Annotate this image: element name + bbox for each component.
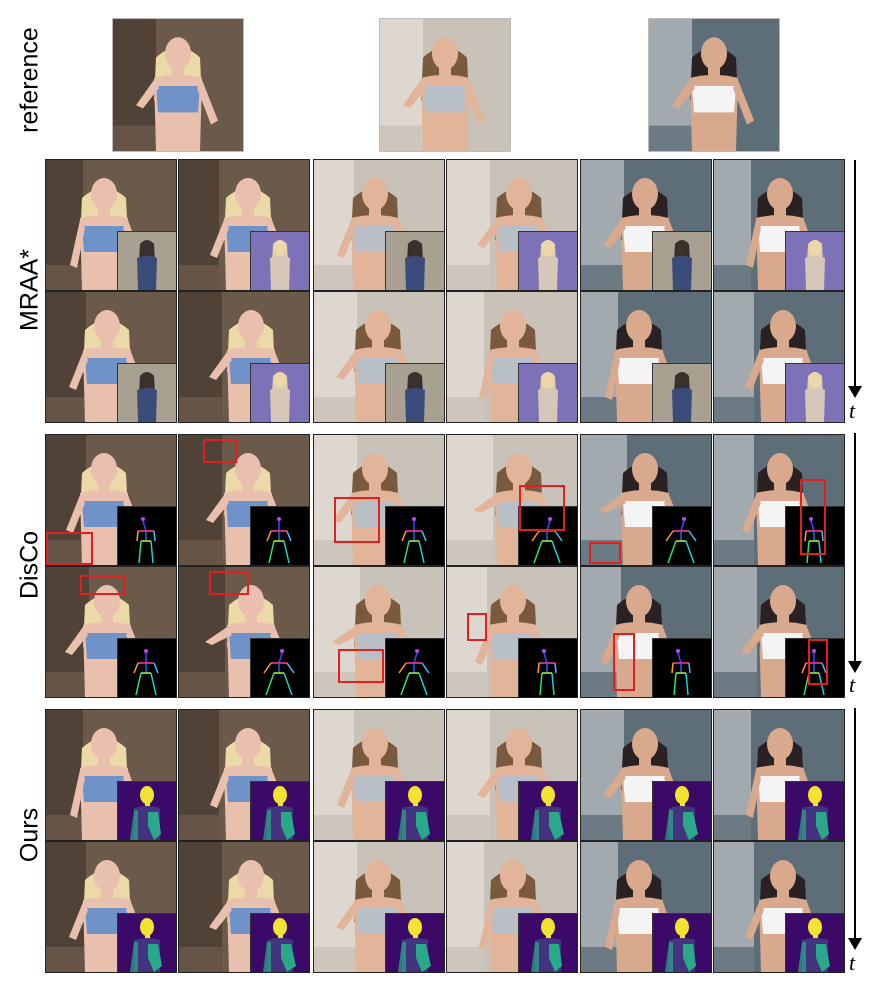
mraa-frame-r2-s2-f1: [313, 291, 445, 423]
body-parsing-inset: [785, 913, 844, 972]
ours-frame-r1-s1-f2: [178, 709, 310, 841]
driving-reference-inset: [785, 231, 844, 290]
body-parsing-inset: [652, 781, 711, 840]
driving-reference-inset: [117, 363, 176, 422]
pose-skeleton-inset: [385, 638, 444, 697]
mraa-frame-r1-s1-f1: [45, 159, 177, 291]
disco-frame-r1-s1-f1: [45, 434, 177, 566]
driving-reference-inset: [785, 363, 844, 422]
time-label-disco: t: [849, 672, 856, 697]
mraa-frame-r1-s1-f2: [178, 159, 310, 291]
disco-frame-r2-s1-f2: [178, 566, 310, 698]
driving-reference-inset: [652, 363, 711, 422]
disco-frame-r1-s1-f2: [178, 434, 310, 566]
driving-reference-inset: [518, 363, 577, 422]
mraa-frame-r2-s1-f2: [178, 291, 310, 423]
row-label-mraa: MRAA*: [15, 249, 44, 331]
artifact-highlight-box: [589, 542, 621, 564]
pose-skeleton-inset: [652, 506, 711, 565]
time-arrow-mraa: [845, 160, 865, 400]
disco-frame-r1-s2-f1: [313, 434, 445, 566]
artifact-highlight-box: [800, 479, 826, 555]
ours-frame-r2-s2-f1: [313, 841, 445, 973]
disco-frame-r2-s3-f1: [580, 566, 712, 698]
disco-frame-r1-s3-f1: [580, 434, 712, 566]
disco-frame-r2-s1-f1: [45, 566, 177, 698]
artifact-highlight-box: [334, 497, 380, 543]
ours-frame-r1-s2-f1: [313, 709, 445, 841]
mraa-frame-r1-s2-f2: [446, 159, 578, 291]
driving-reference-inset: [117, 231, 176, 290]
time-label-ours: t: [849, 950, 856, 975]
mraa-frame-r1-s3-f1: [580, 159, 712, 291]
pose-skeleton-inset: [250, 638, 309, 697]
disco-frame-r2-s3-f2: [713, 566, 845, 698]
driving-reference-inset: [385, 363, 444, 422]
pose-skeleton-inset: [385, 506, 444, 565]
body-parsing-inset: [652, 913, 711, 972]
body-parsing-inset: [250, 913, 309, 972]
row-label-disco: DisCo: [15, 530, 44, 600]
reference-figure: [649, 19, 779, 151]
artifact-highlight-box: [209, 571, 249, 595]
time-arrow-ours: [845, 708, 865, 952]
body-parsing-inset: [117, 781, 176, 840]
mraa-frame-r2-s1-f1: [45, 291, 177, 423]
body-parsing-inset: [385, 781, 444, 840]
body-parsing-inset: [518, 781, 577, 840]
mraa-frame-r2-s3-f1: [580, 291, 712, 423]
body-parsing-inset: [518, 913, 577, 972]
ours-frame-r1-s3-f1: [580, 709, 712, 841]
body-parsing-inset: [385, 913, 444, 972]
artifact-highlight-box: [613, 633, 635, 691]
artifact-highlight-box: [467, 613, 487, 641]
mraa-frame-r2-s2-f2: [446, 291, 578, 423]
reference-figure: [113, 19, 243, 151]
ours-frame-r2-s1-f2: [178, 841, 310, 973]
disco-frame-r1-s2-f2: [446, 434, 578, 566]
driving-reference-inset: [385, 231, 444, 290]
disco-frame-r2-s2-f2: [446, 566, 578, 698]
reference-image-2: [379, 18, 511, 152]
ours-frame-r1-s3-f2: [713, 709, 845, 841]
mraa-frame-r1-s2-f1: [313, 159, 445, 291]
artifact-highlight-box: [338, 649, 384, 683]
pose-skeleton-inset: [652, 638, 711, 697]
reference-image-3: [648, 18, 780, 152]
body-parsing-inset: [250, 781, 309, 840]
time-label-mraa: t: [849, 398, 856, 423]
body-parsing-inset: [785, 781, 844, 840]
artifact-highlight-box: [46, 532, 93, 565]
ours-frame-r2-s3-f1: [580, 841, 712, 973]
pose-skeleton-inset: [117, 638, 176, 697]
disco-frame-r1-s3-f2: [713, 434, 845, 566]
ours-frame-r2-s3-f2: [713, 841, 845, 973]
artifact-highlight-box: [80, 575, 126, 595]
artifact-highlight-box: [808, 639, 828, 685]
row-label-ours: Ours: [15, 807, 44, 863]
driving-reference-inset: [250, 363, 309, 422]
reference-image-1: [112, 18, 244, 152]
time-arrow-disco: [845, 433, 865, 673]
artifact-highlight-box: [203, 439, 237, 463]
mraa-frame-r1-s3-f2: [713, 159, 845, 291]
driving-reference-inset: [250, 231, 309, 290]
mraa-frame-r2-s3-f2: [713, 291, 845, 423]
driving-reference-inset: [652, 231, 711, 290]
reference-figure: [380, 19, 510, 151]
ours-frame-r1-s2-f2: [446, 709, 578, 841]
pose-skeleton-inset: [518, 638, 577, 697]
pose-skeleton-inset: [250, 506, 309, 565]
ours-frame-r2-s2-f2: [446, 841, 578, 973]
body-parsing-inset: [117, 913, 176, 972]
pose-skeleton-inset: [117, 506, 176, 565]
artifact-highlight-box: [519, 485, 565, 531]
driving-reference-inset: [518, 231, 577, 290]
disco-frame-r2-s2-f1: [313, 566, 445, 698]
ours-frame-r2-s1-f1: [45, 841, 177, 973]
ours-frame-r1-s1-f1: [45, 709, 177, 841]
row-label-reference: reference: [15, 27, 44, 133]
